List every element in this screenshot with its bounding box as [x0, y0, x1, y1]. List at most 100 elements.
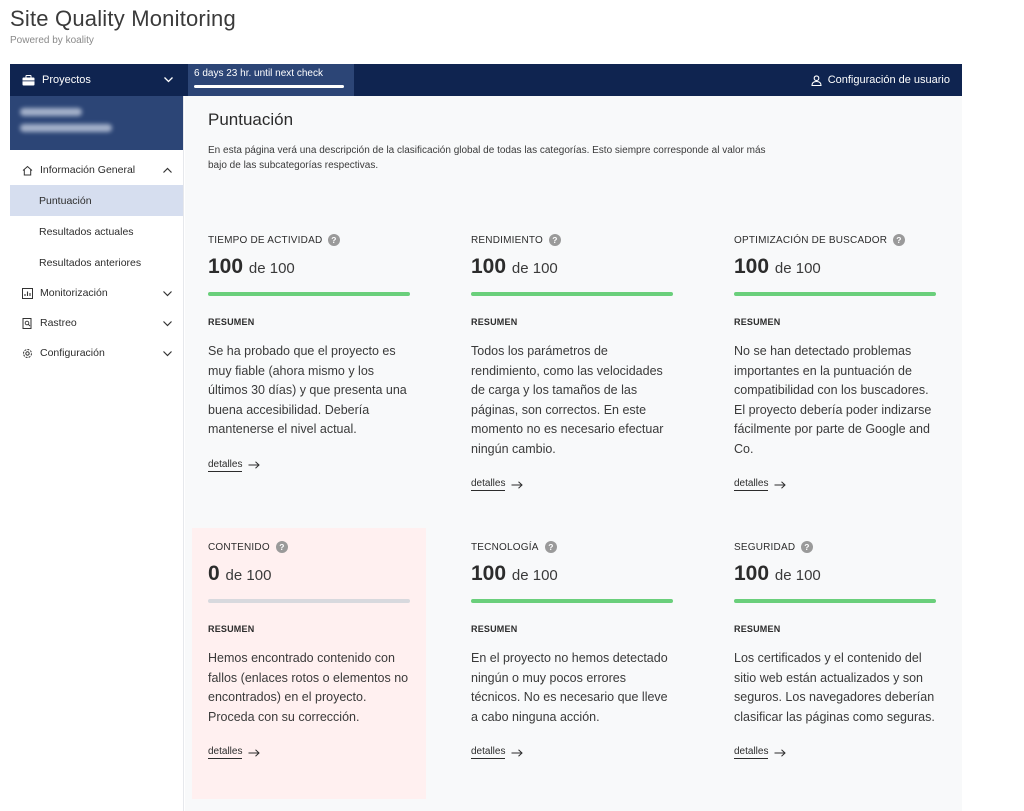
summary-text: En el proyecto no hemos detectado ningún… — [471, 651, 668, 724]
card-title-row: OPTIMIZACIÓN DE BUSCADOR ? — [734, 234, 943, 246]
score-max: de 100 — [248, 260, 295, 277]
details-label: detalles — [208, 746, 243, 759]
score-bar — [471, 292, 673, 296]
sidebar-item-settings[interactable]: Configuración — [10, 338, 183, 368]
card-score: 100 de 100 — [734, 255, 943, 279]
sidebar-subitem-score[interactable]: Puntuación — [10, 185, 183, 216]
svg-text:?: ? — [805, 542, 810, 552]
summary-text: Se ha probado que el proyecto es muy fia… — [208, 344, 407, 436]
projects-dropdown[interactable]: Proyectos — [10, 64, 184, 96]
details-link[interactable]: detalles — [208, 458, 261, 472]
score-value: 0 — [208, 562, 220, 585]
score-max: de 100 — [774, 260, 821, 277]
sidebar-subitem-previous-results[interactable]: Resultados anteriores — [10, 247, 183, 278]
summary-label: RESUMEN — [471, 624, 518, 634]
arrow-right-icon — [774, 480, 787, 489]
summary-label: RESUMEN — [471, 317, 518, 327]
summary-text: Los certificados y el contenido del siti… — [734, 651, 935, 724]
score-card-content: CONTENIDO ? 0 de 100 RESUMEN Hemos encon… — [192, 528, 426, 799]
sidebar-item-overview[interactable]: Información General — [10, 155, 183, 185]
app-header: Site Quality Monitoring Powered by koali… — [10, 6, 236, 46]
score-bar — [471, 599, 673, 603]
score-value: 100 — [734, 255, 770, 278]
summary-label: RESUMEN — [734, 317, 781, 327]
user-settings-label: Configuración de usuario — [827, 74, 950, 86]
details-link[interactable]: detalles — [208, 746, 261, 759]
details-link[interactable]: detalles — [734, 746, 787, 759]
arrow-right-icon — [248, 748, 261, 757]
help-icon[interactable]: ? — [544, 541, 557, 553]
score-max: de 100 — [511, 260, 558, 277]
summary-text: No se han detectado problemas importante… — [734, 344, 932, 456]
details-link[interactable]: detalles — [471, 746, 524, 759]
score-value: 100 — [471, 255, 507, 278]
summary-label: RESUMEN — [208, 317, 255, 327]
sidebar-item-monitoring[interactable]: Monitorización — [10, 278, 183, 308]
account-info-blurred — [10, 96, 183, 150]
card-title-row: CONTENIDO ? — [208, 541, 426, 553]
blurred-account-url — [20, 124, 112, 132]
svg-text:?: ? — [279, 542, 284, 552]
details-label: detalles — [734, 478, 769, 491]
details-label: detalles — [208, 458, 243, 472]
card-title: TIEMPO DE ACTIVIDAD — [208, 234, 323, 246]
svg-text:?: ? — [548, 542, 553, 552]
details-label: detalles — [471, 746, 506, 759]
arrow-right-icon — [774, 748, 787, 757]
summary-text: Hemos encontrado contenido con fallos (e… — [208, 651, 409, 724]
sidebar-item-label: Monitorización — [40, 287, 108, 299]
summary-label: RESUMEN — [208, 624, 255, 634]
app-subtitle: Powered by koality — [10, 35, 94, 46]
projects-label: Proyectos — [42, 74, 91, 86]
card-score: 100 de 100 — [208, 255, 417, 279]
chevron-down-icon — [163, 321, 172, 327]
user-settings-button[interactable]: Configuración de usuario — [811, 64, 950, 96]
sidebar-subitem-current-results[interactable]: Resultados actuales — [10, 216, 183, 247]
blurred-account-name — [20, 108, 82, 116]
arrow-right-icon — [511, 480, 524, 489]
help-icon[interactable]: ? — [549, 234, 562, 246]
main-content: Puntuación En esta página verá una descr… — [185, 96, 962, 811]
help-icon[interactable]: ? — [893, 234, 906, 246]
details-link[interactable]: detalles — [734, 478, 787, 491]
chevron-up-icon — [163, 167, 172, 173]
details-link[interactable]: detalles — [471, 478, 524, 491]
next-check-countdown: 6 days 23 hr. until next check — [188, 64, 354, 96]
card-title: RENDIMIENTO — [471, 234, 544, 246]
score-bar — [208, 292, 410, 296]
sidebar-item-crawl[interactable]: Rastreo — [10, 308, 183, 338]
countdown-progress-bar — [194, 85, 344, 88]
arrow-right-icon — [511, 748, 524, 757]
score-max: de 100 — [774, 567, 821, 584]
help-icon[interactable]: ? — [275, 541, 288, 553]
score-card-uptime: TIEMPO DE ACTIVIDAD ? 100 de 100 RESUMEN… — [185, 234, 417, 472]
help-icon[interactable]: ? — [328, 234, 341, 246]
card-score: 100 de 100 — [734, 562, 943, 586]
help-icon[interactable]: ? — [801, 541, 814, 553]
summary-text: Todos los parámetros de rendimiento, com… — [471, 344, 664, 456]
chevron-down-icon — [163, 351, 172, 357]
svg-text:?: ? — [896, 235, 901, 245]
card-title-row: SEGURIDAD ? — [734, 541, 943, 553]
score-bar — [734, 292, 936, 296]
sidebar-item-label: Configuración — [40, 347, 105, 359]
page-description: En esta página verá una descripción de l… — [208, 145, 766, 171]
card-title-row: RENDIMIENTO ? — [471, 234, 680, 246]
score-card-seo: OPTIMIZACIÓN DE BUSCADOR ? 100 de 100 RE… — [711, 234, 943, 491]
score-card-technology: TECNOLOGÍA ? 100 de 100 RESUMEN En el pr… — [448, 541, 680, 759]
arrow-right-icon — [248, 461, 261, 469]
home-icon — [22, 165, 33, 175]
card-title-row: TECNOLOGÍA ? — [471, 541, 680, 553]
app-title: Site Quality Monitoring — [10, 6, 236, 31]
score-bar — [208, 599, 410, 603]
briefcase-icon — [22, 74, 35, 85]
gear-icon — [23, 348, 32, 358]
document-search-icon — [22, 317, 32, 329]
details-label: detalles — [471, 478, 506, 491]
sidebar-item-label: Información General — [40, 164, 136, 176]
countdown-text: 6 days 23 hr. until next check — [194, 68, 323, 79]
chart-icon — [22, 287, 33, 299]
card-score: 100 de 100 — [471, 255, 680, 279]
summary-label: RESUMEN — [734, 624, 781, 634]
card-score: 0 de 100 — [208, 562, 426, 586]
